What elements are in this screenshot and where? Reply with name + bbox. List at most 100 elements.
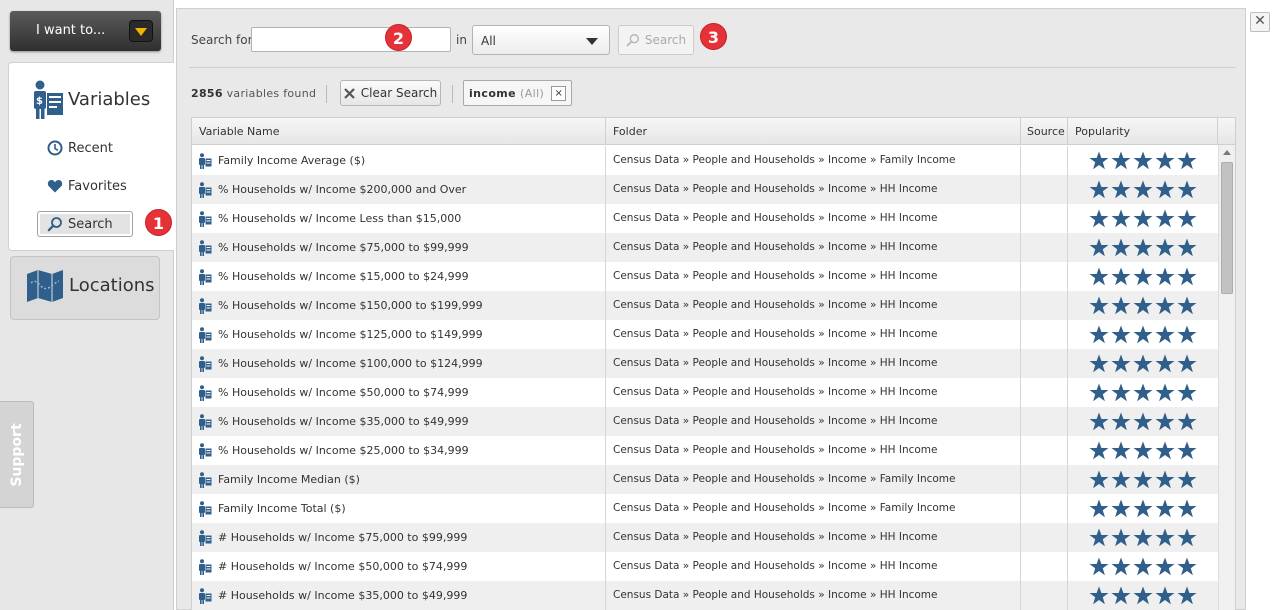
star-icon xyxy=(1089,470,1109,489)
scrollbar-thumb[interactable] xyxy=(1221,162,1233,294)
cell-source xyxy=(1021,378,1068,407)
nav-search[interactable]: Search xyxy=(37,211,133,237)
table-row[interactable]: % Households w/ Income $150,000 to $199,… xyxy=(192,291,1218,320)
table-row[interactable]: % Households w/ Income $25,000 to $34,99… xyxy=(192,436,1218,465)
scroll-up-arrow-icon[interactable] xyxy=(1223,150,1231,155)
table-row[interactable]: % Households w/ Income $75,000 to $99,99… xyxy=(192,233,1218,262)
cell-popularity xyxy=(1068,494,1218,523)
cell-popularity xyxy=(1068,378,1218,407)
search-input[interactable] xyxy=(251,27,451,52)
table-row[interactable]: % Households w/ Income $100,000 to $124,… xyxy=(192,349,1218,378)
cell-variable-name[interactable]: # Households w/ Income $50,000 to $74,99… xyxy=(192,552,606,581)
star-icon xyxy=(1177,209,1197,228)
cell-variable-name[interactable]: Family Income Total ($) xyxy=(192,494,606,523)
column-header-variable-name[interactable]: Variable Name xyxy=(192,118,606,145)
variable-person-icon xyxy=(199,558,212,575)
star-icon xyxy=(1177,325,1197,344)
cell-source xyxy=(1021,465,1068,494)
cell-variable-name[interactable]: % Households w/ Income $200,000 and Over xyxy=(192,175,606,204)
variable-name-text: Family Income Average ($) xyxy=(218,154,366,167)
search-panel: Search for 2 in All Search 3 2856 variab… xyxy=(176,8,1246,610)
cell-variable-name[interactable]: % Households w/ Income Less than $15,000 xyxy=(192,204,606,233)
search-button[interactable]: Search xyxy=(618,25,694,55)
map-icon xyxy=(27,270,63,302)
variable-person-icon xyxy=(199,587,212,604)
cell-popularity xyxy=(1068,465,1218,494)
results-count: 2856 variables found xyxy=(191,87,316,100)
star-icon xyxy=(1089,151,1109,170)
divider xyxy=(189,67,1236,68)
star-icon xyxy=(1155,586,1175,605)
cell-variable-name[interactable]: % Households w/ Income $35,000 to $49,99… xyxy=(192,407,606,436)
locations-title: Locations xyxy=(69,275,155,296)
table-row[interactable]: % Households w/ Income $125,000 to $149,… xyxy=(192,320,1218,349)
cell-popularity xyxy=(1068,407,1218,436)
cell-variable-name[interactable]: # Households w/ Income $75,000 to $99,99… xyxy=(192,523,606,552)
nav-recent[interactable]: Recent xyxy=(47,137,113,159)
table-row[interactable]: % Households w/ Income $15,000 to $24,99… xyxy=(192,262,1218,291)
star-icon xyxy=(1177,528,1197,547)
cell-source xyxy=(1021,552,1068,581)
cell-variable-name[interactable]: Family Income Average ($) xyxy=(192,146,606,175)
cell-popularity xyxy=(1068,320,1218,349)
star-icon xyxy=(1111,499,1131,518)
cell-variable-name[interactable]: % Households w/ Income $50,000 to $74,99… xyxy=(192,378,606,407)
table-row[interactable]: Family Income Total ($) Census Data » Peo… xyxy=(192,494,1218,523)
star-icon xyxy=(1133,470,1153,489)
variable-person-icon xyxy=(199,471,212,488)
column-header-source[interactable]: Source xyxy=(1021,118,1068,145)
annotation-badge-2: 2 xyxy=(385,24,412,51)
support-tab[interactable]: Support xyxy=(0,401,34,508)
cell-variable-name[interactable]: % Households w/ Income $150,000 to $199,… xyxy=(192,291,606,320)
star-icon xyxy=(1177,383,1197,402)
cell-folder: Census Data » People and Households » In… xyxy=(606,407,1021,436)
table-row[interactable]: % Households w/ Income $50,000 to $74,99… xyxy=(192,378,1218,407)
cell-variable-name[interactable]: % Households w/ Income $25,000 to $34,99… xyxy=(192,436,606,465)
table-row[interactable]: % Households w/ Income Less than $15,000… xyxy=(192,204,1218,233)
variable-name-text: % Households w/ Income $200,000 and Over xyxy=(218,183,467,196)
star-icon xyxy=(1111,383,1131,402)
table-row[interactable]: # Households w/ Income $50,000 to $74,99… xyxy=(192,552,1218,581)
cell-variable-name[interactable]: Family Income Median ($) xyxy=(192,465,606,494)
variables-icon: $ xyxy=(34,80,63,119)
svg-text:$: $ xyxy=(36,96,43,107)
search-scope-select[interactable]: All xyxy=(472,25,610,55)
i-want-to-menu-button[interactable]: I want to... xyxy=(10,11,161,51)
star-icon xyxy=(1133,383,1153,402)
clear-search-button[interactable]: Clear Search xyxy=(340,80,441,106)
variables-table: Variable Name Folder Source Popularity F… xyxy=(191,117,1236,610)
variable-person-icon xyxy=(199,326,212,343)
star-icon xyxy=(1089,586,1109,605)
cell-source xyxy=(1021,175,1068,204)
variable-name-text: Family Income Median ($) xyxy=(218,473,360,486)
cell-variable-name[interactable]: % Households w/ Income $100,000 to $124,… xyxy=(192,349,606,378)
cell-variable-name[interactable]: % Households w/ Income $15,000 to $24,99… xyxy=(192,262,606,291)
cell-folder: Census Data » People and Households » In… xyxy=(606,349,1021,378)
column-header-folder[interactable]: Folder xyxy=(606,118,1021,145)
table-row[interactable]: # Households w/ Income $35,000 to $49,99… xyxy=(192,581,1218,610)
heart-icon xyxy=(47,180,63,193)
clear-search-label: Clear Search xyxy=(360,86,438,100)
cell-variable-name[interactable]: % Households w/ Income $75,000 to $99,99… xyxy=(192,233,606,262)
close-button[interactable]: ✕ xyxy=(1250,12,1270,32)
cell-variable-name[interactable]: % Households w/ Income $125,000 to $149,… xyxy=(192,320,606,349)
star-icon xyxy=(1089,383,1109,402)
column-header-popularity[interactable]: Popularity xyxy=(1068,118,1218,145)
cell-source xyxy=(1021,262,1068,291)
table-row[interactable]: % Households w/ Income $200,000 and Over… xyxy=(192,175,1218,204)
locations-panel[interactable]: Locations xyxy=(10,256,160,320)
chevron-down-icon[interactable] xyxy=(129,20,153,42)
table-row[interactable]: # Households w/ Income $75,000 to $99,99… xyxy=(192,523,1218,552)
cell-source xyxy=(1021,523,1068,552)
variables-title[interactable]: Variables xyxy=(68,89,150,110)
cell-variable-name[interactable]: # Households w/ Income $35,000 to $49,99… xyxy=(192,581,606,610)
nav-recent-label: Recent xyxy=(68,140,113,156)
vertical-scrollbar[interactable] xyxy=(1218,145,1235,610)
table-row[interactable]: % Households w/ Income $35,000 to $49,99… xyxy=(192,407,1218,436)
cell-folder: Census Data » People and Households » In… xyxy=(606,436,1021,465)
variable-person-icon xyxy=(199,529,212,546)
table-row[interactable]: Family Income Average ($) Census Data » P… xyxy=(192,146,1218,175)
remove-filter-button[interactable]: × xyxy=(551,85,567,101)
nav-favorites[interactable]: Favorites xyxy=(47,175,127,197)
table-row[interactable]: Family Income Median ($) Census Data » Pe… xyxy=(192,465,1218,494)
